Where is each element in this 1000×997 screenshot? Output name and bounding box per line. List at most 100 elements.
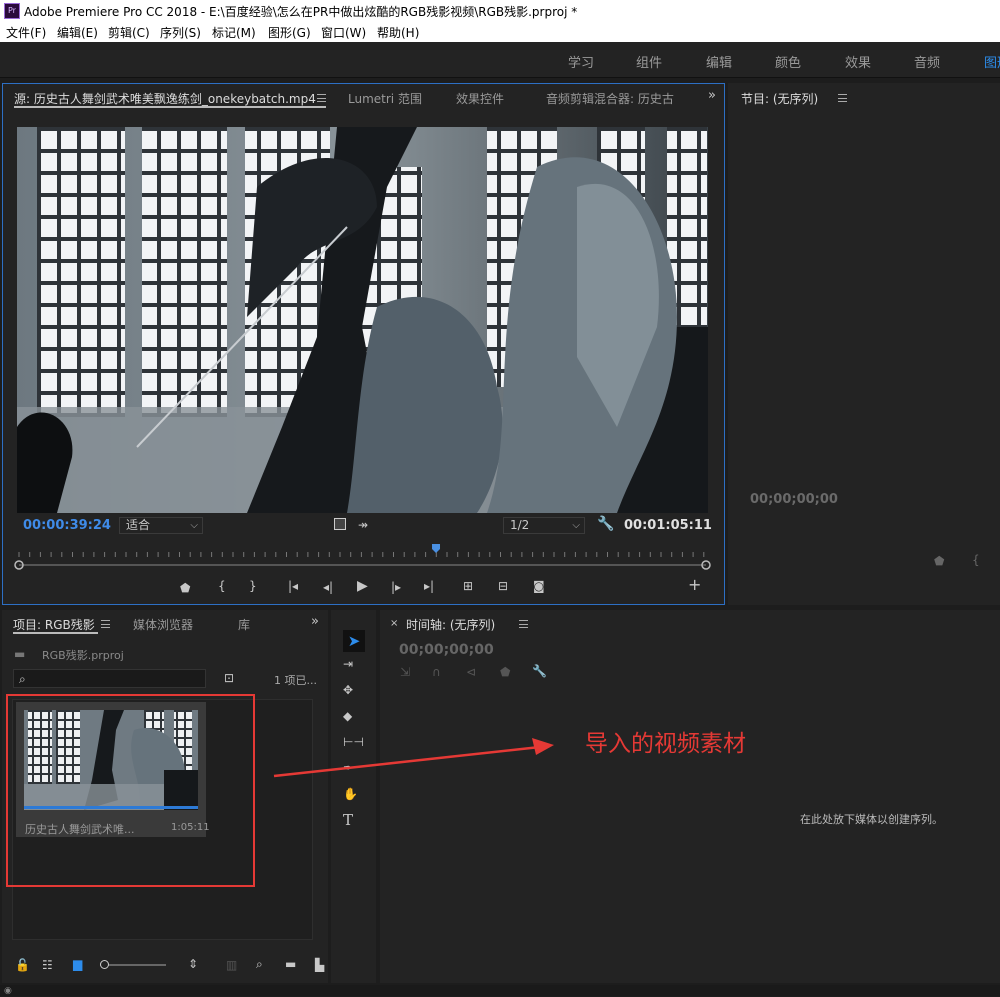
snap-icon[interactable]: ∩ (432, 666, 441, 678)
active-tab-underline (13, 632, 98, 634)
zoom-slider-handle[interactable] (100, 960, 109, 969)
playhead-marker (432, 544, 441, 553)
menu-edit[interactable]: 编辑(E) (57, 24, 98, 41)
wrench-icon[interactable]: 🔧 (532, 665, 547, 677)
nest-icon[interactable]: ⇲ (400, 666, 410, 678)
timeline-panel: × 时间轴: (无序列) 00;00;00;00 ⇲ ∩ ⊲ ⬟ 🔧 在此处放下… (380, 610, 1000, 983)
menu-window[interactable]: 窗口(W) (321, 24, 366, 41)
more-tabs-icon[interactable]: » (708, 89, 716, 102)
overwrite-icon[interactable]: ⊟ (498, 580, 508, 592)
mark-out-icon[interactable]: } (249, 580, 257, 592)
close-icon[interactable]: × (390, 618, 398, 630)
tab-media-browser[interactable]: 媒体浏览器 (133, 616, 193, 633)
linked-selection-icon[interactable]: ⊲ (466, 666, 476, 678)
add-marker-icon[interactable]: ⬟ (934, 555, 944, 567)
icon-view-icon[interactable]: ▆ (73, 958, 82, 970)
source-video-frame[interactable] (17, 127, 708, 513)
premiere-app-icon: Pr (4, 3, 20, 19)
new-item-icon[interactable]: ▙ (315, 959, 324, 971)
panel-menu-icon[interactable] (519, 620, 528, 628)
insert-icon[interactable]: ⊞ (463, 580, 473, 592)
program-title: 节目: (无序列) (741, 92, 819, 106)
workspace-learning[interactable]: 学习 (568, 52, 594, 71)
panel-menu-icon[interactable] (838, 94, 847, 102)
workspace-editing[interactable]: 编辑 (706, 52, 732, 71)
tools-panel: ➤ ⇥ ✥ ◆ ⊢⊣ ✒ ✋ T (331, 610, 376, 983)
hand-icon[interactable]: ✋ (343, 788, 358, 800)
list-view-icon[interactable]: ☷ (42, 959, 53, 971)
go-to-out-icon[interactable]: ▸| (424, 580, 434, 592)
new-bin-icon[interactable]: ▬ (285, 958, 296, 970)
panel-menu-icon[interactable] (317, 94, 326, 102)
chevron-down-icon: ⌵ (572, 520, 580, 531)
menu-file[interactable]: 文件(F) (6, 24, 46, 41)
workspace-bar: 学习 组件 编辑 颜色 效果 音频 图形 (0, 42, 1000, 78)
window-title: Adobe Premiere Pro CC 2018 - E:\百度经验\怎么在… (24, 5, 578, 19)
workspace-effects[interactable]: 效果 (845, 52, 871, 71)
source-duration: 00:01:05:11 (624, 518, 712, 533)
zoom-slider[interactable] (100, 964, 166, 966)
wrench-icon[interactable]: 🔧 (597, 517, 614, 531)
sort-icon[interactable]: ⇕ (188, 958, 198, 970)
search-input[interactable]: ⌕ (13, 669, 206, 688)
program-timecode: 00;00;00;00 (750, 492, 838, 507)
tab-lumetri-scopes[interactable]: Lumetri 范围 (348, 90, 422, 107)
mark-in-icon[interactable]: { (218, 580, 226, 592)
menu-clip[interactable]: 剪辑(C) (108, 24, 150, 41)
step-forward-icon[interactable]: |▸ (391, 581, 401, 593)
tab-audio-clip-mixer[interactable]: 音频剪辑混合器: 历史古 (546, 90, 674, 107)
automate-to-sequence-icon[interactable]: ▥ (226, 959, 237, 971)
add-button-icon[interactable]: + (688, 577, 701, 593)
go-to-in-icon[interactable]: |◂ (288, 580, 298, 592)
insert-marker-icon[interactable] (334, 518, 346, 530)
annotation-arrow (273, 738, 554, 778)
add-marker-icon[interactable]: ⬟ (500, 666, 510, 678)
drop-media-hint: 在此处放下媒体以创建序列。 (800, 813, 943, 826)
workspace-graphics[interactable]: 图形 (984, 52, 1000, 71)
panel-menu-icon[interactable] (101, 620, 110, 628)
tab-effect-controls[interactable]: 效果控件 (456, 90, 504, 107)
camera-icon[interactable]: ◙ (533, 580, 545, 592)
active-tab-underline (14, 106, 326, 108)
menu-sequence[interactable]: 序列(S) (160, 24, 201, 41)
video-still (17, 127, 708, 513)
ripple-edit-icon[interactable]: ✥ (343, 684, 353, 696)
find-icon[interactable]: ⊡ (224, 672, 234, 684)
selection-tool-icon[interactable]: ➤ (343, 630, 365, 652)
time-ruler[interactable] (13, 539, 713, 571)
status-icon: ◉ (4, 986, 12, 996)
menu-help[interactable]: 帮助(H) (377, 24, 419, 41)
type-icon[interactable]: T (343, 813, 353, 828)
menu-bar: 文件(F) 编辑(E) 剪辑(C) 序列(S) 标记(M) 图形(G) 窗口(W… (0, 22, 1000, 42)
tab-project[interactable]: 项目: RGB残影 (13, 616, 95, 633)
timeline-title[interactable]: 时间轴: (无序列) (406, 616, 495, 633)
drag-video-icon[interactable]: ↠ (358, 519, 368, 531)
menu-graphics[interactable]: 图形(G) (268, 24, 311, 41)
tab-libraries[interactable]: 库 (238, 616, 250, 633)
title-bar: Pr Adobe Premiere Pro CC 2018 - E:\百度经验\… (0, 0, 1000, 22)
ruler-ticks (18, 552, 705, 557)
menu-marker[interactable]: 标记(M) (212, 24, 256, 41)
workspace-assembly[interactable]: 组件 (636, 52, 662, 71)
status-bar: ◉ (0, 985, 1000, 996)
resolution-value: 1/2 (510, 518, 530, 532)
annotation-highlight-box (6, 694, 255, 887)
zoom-value: 适合 (126, 518, 151, 532)
source-current-time[interactable]: 00:00:39:24 (23, 518, 111, 533)
zoom-dropdown[interactable]: 适合 ⌵ (119, 517, 203, 534)
track-select-icon[interactable]: ⇥ (343, 658, 353, 670)
item-count: 1 项已... (274, 674, 317, 687)
add-marker-icon[interactable]: ⬟ (180, 582, 190, 594)
more-tabs-icon[interactable]: » (311, 615, 319, 628)
find-icon[interactable]: ⌕ (256, 958, 263, 970)
tab-source[interactable]: 源: 历史古人舞剑武术唯美飘逸练剑_onekeybatch.mp4 (14, 90, 316, 107)
resolution-dropdown[interactable]: 1/2 ⌵ (503, 517, 585, 534)
razor-icon[interactable]: ◆ (343, 710, 352, 722)
play-icon[interactable]: ▶ (357, 579, 368, 593)
lock-icon[interactable]: 🔓 (15, 959, 30, 971)
annotation-label: 导入的视频素材 (585, 731, 746, 757)
workspace-audio[interactable]: 音频 (914, 52, 940, 71)
mark-in-icon[interactable]: { (972, 554, 980, 566)
step-back-icon[interactable]: ◂| (323, 581, 333, 593)
workspace-color[interactable]: 颜色 (775, 52, 801, 71)
